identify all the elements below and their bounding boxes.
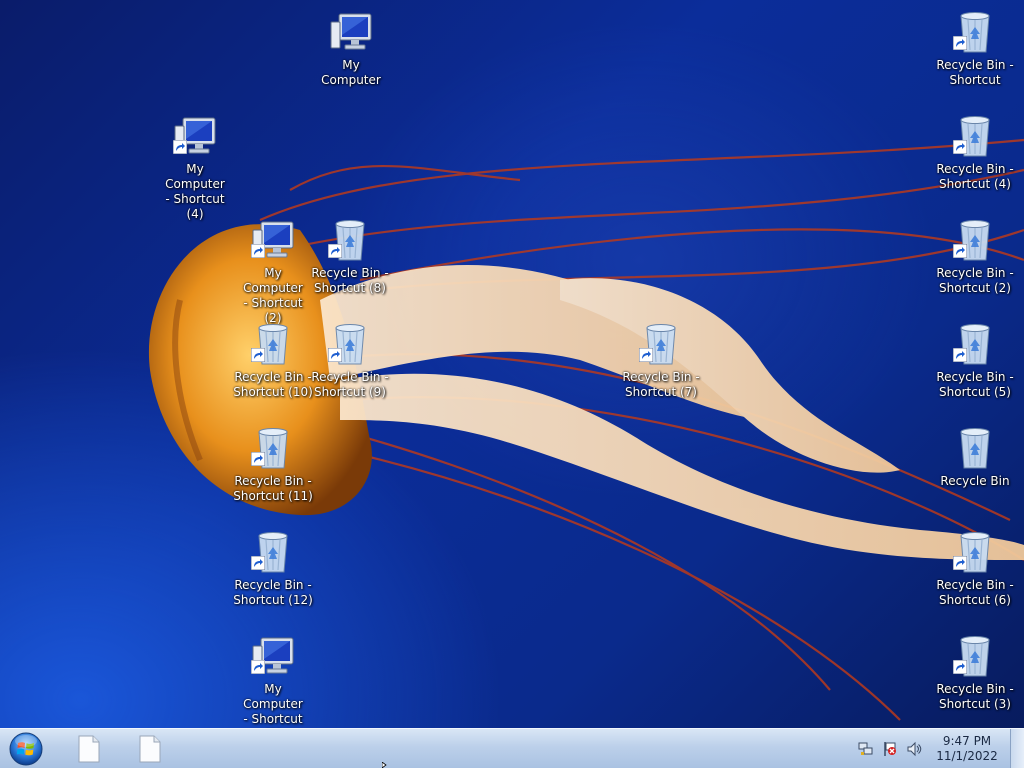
- clock-time: 9:47 PM: [942, 734, 992, 748]
- shortcut-arrow-icon: [952, 35, 968, 54]
- desktop-icon-recycle-bin[interactable]: Recycle Bin - Shortcut (11): [233, 424, 313, 520]
- mouse-cursor-icon: [382, 762, 387, 768]
- blank-document-icon: [78, 735, 100, 763]
- shortcut-arrow-icon: [952, 243, 968, 262]
- desktop-icon-recycle-bin[interactable]: Recycle Bin - Shortcut (2): [936, 216, 1014, 312]
- show-desktop-button[interactable]: [1010, 729, 1024, 768]
- desktop-icon-recycle-bin[interactable]: Recycle Bin - Shortcut (9): [311, 320, 389, 416]
- recycle-bin-icon: [951, 216, 999, 264]
- recycle-bin-icon: [951, 632, 999, 680]
- desktop-icon-my-computer[interactable]: My Computer - Shortcut (2): [235, 216, 311, 325]
- recycle-bin-icon: [326, 320, 374, 368]
- desktop-icon-label: My Computer: [321, 58, 381, 87]
- desktop-icon-label: My Computer - Shortcut (4): [165, 162, 225, 221]
- network-icon[interactable]: [858, 741, 874, 757]
- shortcut-arrow-icon: [952, 555, 968, 574]
- desktop-icon-my-computer[interactable]: My Computer - Shortcut (3): [235, 632, 311, 741]
- desktop-icon-recycle-bin[interactable]: Recycle Bin - Shortcut: [936, 8, 1014, 104]
- desktop-icon-label: Recycle Bin - Shortcut (5): [936, 370, 1014, 399]
- desktop-icon-recycle-bin[interactable]: Recycle Bin - Shortcut (3): [936, 632, 1014, 728]
- desktop-icon-label: Recycle Bin - Shortcut (7): [622, 370, 700, 399]
- recycle-bin-icon: [951, 112, 999, 160]
- blank-document-icon: [139, 735, 161, 763]
- desktop-icon-label: Recycle Bin - Shortcut (2): [936, 266, 1014, 295]
- desktop-icon-label: My Computer - Shortcut (2): [243, 266, 303, 325]
- system-tray: 9:47 PM 11/1/2022: [854, 729, 1024, 768]
- start-button[interactable]: [6, 730, 46, 768]
- computer-icon: [327, 8, 375, 56]
- recycle-bin-icon: [637, 320, 685, 368]
- desktop: My Computer My Computer - Shortcut (4) My …: [0, 0, 1024, 741]
- taskbar-pinned-app-2[interactable]: [127, 733, 173, 765]
- desktop-icon-label: Recycle Bin - Shortcut (6): [936, 578, 1014, 607]
- recycle-bin-icon: [951, 528, 999, 576]
- desktop-icon-label: Recycle Bin: [940, 474, 1010, 488]
- volume-icon[interactable]: [906, 741, 922, 757]
- desktop-icon-recycle-bin[interactable]: Recycle Bin - Shortcut (12): [233, 528, 313, 624]
- shortcut-arrow-icon: [952, 659, 968, 678]
- clock-date: 11/1/2022: [936, 749, 998, 763]
- shortcut-arrow-icon: [250, 659, 266, 678]
- desktop-icon-my-computer[interactable]: My Computer - Shortcut (4): [157, 112, 233, 221]
- shortcut-arrow-icon: [638, 347, 654, 366]
- shortcut-arrow-icon: [250, 451, 266, 470]
- desktop-icon-label: Recycle Bin - Shortcut (11): [233, 474, 313, 503]
- desktop-icon-label: Recycle Bin - Shortcut (3): [936, 682, 1014, 711]
- recycle-bin-icon: [951, 320, 999, 368]
- shortcut-arrow-icon: [952, 347, 968, 366]
- desktop-icon-recycle-bin[interactable]: Recycle Bin - Shortcut (7): [622, 320, 700, 416]
- desktop-icon-recycle-bin[interactable]: Recycle Bin - Shortcut (6): [936, 528, 1014, 624]
- recycle-bin-icon: [249, 320, 297, 368]
- desktop-icon-label: Recycle Bin - Shortcut (9): [311, 370, 389, 399]
- shortcut-arrow-icon: [250, 555, 266, 574]
- shortcut-arrow-icon: [327, 347, 343, 366]
- recycle-bin-icon: [951, 8, 999, 56]
- desktop-icon-recycle-bin[interactable]: Recycle Bin: [937, 424, 1013, 520]
- desktop-icon-label: Recycle Bin - Shortcut (12): [233, 578, 313, 607]
- computer-icon: [171, 112, 219, 160]
- recycle-bin-icon: [951, 424, 999, 472]
- taskbar: 9:47 PM 11/1/2022: [0, 728, 1024, 768]
- shortcut-arrow-icon: [172, 139, 188, 158]
- desktop-icon-recycle-bin[interactable]: Recycle Bin - Shortcut (10): [233, 320, 313, 416]
- recycle-bin-icon: [326, 216, 374, 264]
- shortcut-arrow-icon: [952, 139, 968, 158]
- shortcut-arrow-icon: [250, 243, 266, 262]
- desktop-icon-label: Recycle Bin - Shortcut: [936, 58, 1014, 87]
- recycle-bin-icon: [249, 424, 297, 472]
- recycle-bin-icon: [249, 528, 297, 576]
- desktop-icon-my-computer[interactable]: My Computer: [313, 8, 389, 104]
- computer-icon: [249, 216, 297, 264]
- taskbar-pinned-app-1[interactable]: [66, 733, 112, 765]
- windows-start-orb-icon: [9, 732, 43, 766]
- shortcut-arrow-icon: [327, 243, 343, 262]
- desktop-icon-label: Recycle Bin - Shortcut (10): [233, 370, 313, 399]
- desktop-icon-label: Recycle Bin - Shortcut (4): [936, 162, 1014, 191]
- desktop-icon-label: Recycle Bin - Shortcut (8): [311, 266, 389, 295]
- desktop-icon-recycle-bin[interactable]: Recycle Bin - Shortcut (8): [311, 216, 389, 312]
- shortcut-arrow-icon: [250, 347, 266, 366]
- desktop-icon-recycle-bin[interactable]: Recycle Bin - Shortcut (4): [936, 112, 1014, 208]
- system-clock[interactable]: 9:47 PM 11/1/2022: [932, 734, 1002, 764]
- action-center-flag-icon[interactable]: [882, 741, 898, 757]
- computer-icon: [249, 632, 297, 680]
- desktop-icon-recycle-bin[interactable]: Recycle Bin - Shortcut (5): [936, 320, 1014, 416]
